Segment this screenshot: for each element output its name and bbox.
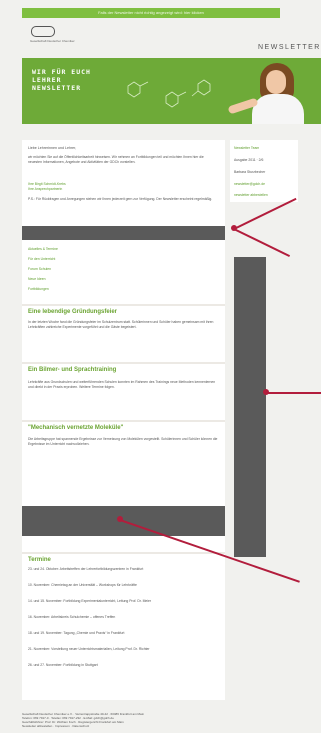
termine-item[interactable]: 26. und 27. November: Fortbildung in Stu…: [28, 663, 218, 668]
sidebar-unsubscribe-link[interactable]: newsletter abbestellen: [234, 193, 268, 198]
termine-item[interactable]: 18. und 19. November: Tagung „Chemie und…: [28, 631, 218, 636]
gdch-logo: Gesellschaft Deutscher Chemiker: [30, 26, 75, 44]
article-title: Eine lebendige Gründungsfeier: [28, 309, 118, 315]
intro-greeting: Liebe Lehrerinnen und Lehrer,: [28, 146, 77, 150]
divider: [22, 420, 225, 422]
toc-item[interactable]: Aktuelles & Termine: [28, 247, 58, 252]
image-placeholder-top: [22, 226, 225, 240]
toc-item[interactable]: Fortbildungen: [28, 287, 49, 292]
toc-item[interactable]: Forum Schulen: [28, 267, 51, 272]
intro-paragraph: wir möchten Sie auf die Öffentlichkeitsa…: [28, 155, 204, 164]
termine-item[interactable]: 10. November: Chemietag an der Universit…: [28, 583, 218, 588]
banner-title-line-1: WIR FÜR EUCH: [32, 68, 91, 76]
intro-ps: P.S.: Für Rückfragen und Anregungen steh…: [28, 197, 213, 201]
annotation-dot: [263, 389, 269, 395]
footer: Gesellschaft Deutscher Chemiker e.V. · V…: [22, 712, 302, 728]
chalkboard-formula-icon: [127, 79, 211, 108]
article-text: In der letzten Woche fand die Gründungsf…: [28, 320, 214, 329]
sidebar-date: Ausgabe 2011 · 2/6: [234, 158, 264, 162]
browser-view-notice[interactable]: Falls der Newsletter nicht richtig angez…: [22, 8, 280, 18]
footer-line: Newsletter abbestellen · Impressum · Dat…: [22, 724, 90, 728]
sidebar-email-link[interactable]: newsletter@gdch.de: [234, 182, 265, 187]
header-banner: WIR FÜR EUCH LEHRER NEWSLETTER: [22, 58, 321, 124]
intro-sign-1[interactable]: Ihre Birgit Schmidt-Krebs: [28, 182, 66, 187]
divider: [22, 552, 225, 554]
logo-mark-icon: [31, 26, 55, 37]
teacher-face: [266, 70, 286, 94]
banner-title-line-3: NEWSLETTER: [32, 84, 82, 92]
annotation-line: [266, 392, 321, 394]
annotation-dot: [117, 516, 123, 522]
banner-title: WIR FÜR EUCH LEHRER NEWSLETTER: [32, 68, 91, 92]
teacher-coat: [252, 94, 304, 124]
termine-title: Termine: [28, 557, 51, 563]
article-title: Ein Bilmer- und Sprachtraining: [28, 367, 117, 373]
browser-view-notice-text[interactable]: Falls der Newsletter nicht richtig angez…: [22, 8, 280, 18]
divider: [22, 304, 225, 306]
toc-item[interactable]: Für den Unterricht: [28, 257, 55, 262]
divider: [22, 362, 225, 364]
article-title: "Mechanisch vernetzte Moleküle": [28, 425, 124, 431]
annotation-line: [233, 197, 297, 230]
newsletter-label: NEWSLETTER: [258, 44, 321, 51]
image-placeholder-side: [234, 257, 266, 557]
article-text: Lehrkräfte aus Grundschulen und weiterfü…: [28, 380, 216, 389]
intro-sign-2[interactable]: Ihre Ansprechpartnerin: [28, 187, 62, 192]
annotation-line: [233, 228, 291, 257]
annotation-dot: [231, 225, 237, 231]
sidebar-name: Barbara Sturzbecher: [234, 170, 266, 174]
termine-item[interactable]: 23. und 24. Oktober: Arbeitstreffen der …: [28, 567, 218, 572]
article-text: Die Arbeitsgruppe hat spannende Ergebnis…: [28, 437, 218, 446]
termine-item[interactable]: 14. und 15. November: Fortbildung Experi…: [28, 599, 218, 604]
logo-caption: Gesellschaft Deutscher Chemiker: [30, 39, 75, 43]
toc-item[interactable]: Neue Ideen: [28, 277, 46, 282]
termine-item[interactable]: 16. November: Arbeitskreis Schulchemie –…: [28, 615, 218, 620]
banner-title-line-2: LEHRER: [32, 76, 62, 84]
termine-item[interactable]: 21. November: Vorstellung neuer Unterric…: [28, 647, 218, 652]
sidebar-title: Newsletter Team: [234, 146, 260, 150]
